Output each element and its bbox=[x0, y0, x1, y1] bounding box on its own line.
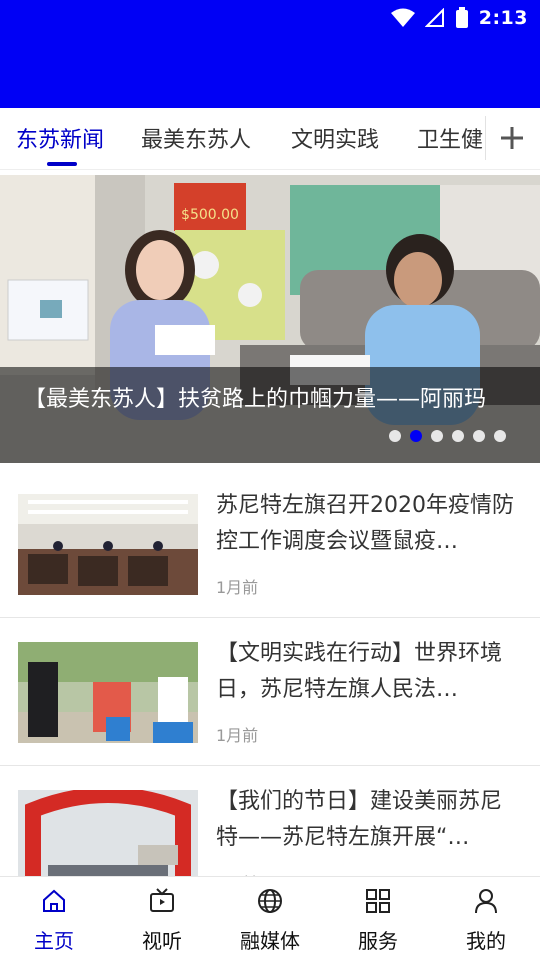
tab-health[interactable]: 卫生健 bbox=[417, 122, 483, 154]
carousel-dots bbox=[389, 430, 506, 442]
bottom-navigation: 主页 视听 融媒体 服务 我的 bbox=[0, 876, 540, 960]
tab-divider bbox=[485, 116, 486, 160]
news-thumbnail bbox=[18, 642, 198, 743]
status-bar: 2:13 bbox=[390, 4, 528, 32]
carousel-dot[interactable] bbox=[431, 430, 443, 442]
nav-home[interactable]: 主页 bbox=[0, 877, 108, 960]
news-item[interactable]: 【文明实践在行动】世界环境日，苏尼特左旗人民法… 1月前 bbox=[0, 618, 540, 766]
tab-scroll[interactable]: 东苏新闻 最美东苏人 文明实践 卫生健 bbox=[0, 108, 486, 170]
add-channel-button[interactable] bbox=[492, 118, 532, 158]
carousel-dot[interactable] bbox=[473, 430, 485, 442]
nav-av[interactable]: 视听 bbox=[108, 877, 216, 960]
nav-media[interactable]: 融媒体 bbox=[216, 877, 324, 960]
nav-label: 视听 bbox=[142, 929, 182, 953]
grid-icon bbox=[366, 889, 390, 913]
carousel-dot-active[interactable] bbox=[410, 430, 422, 442]
plus-icon bbox=[501, 127, 523, 149]
user-icon bbox=[475, 889, 497, 914]
carousel-dot[interactable] bbox=[389, 430, 401, 442]
nav-label: 主页 bbox=[34, 929, 74, 953]
carousel-dot[interactable] bbox=[452, 430, 464, 442]
nav-services[interactable]: 服务 bbox=[324, 877, 432, 960]
nav-label: 我的 bbox=[466, 929, 506, 953]
news-title: 【我们的节日】建设美丽苏尼特——苏尼特左旗开展“… bbox=[216, 789, 503, 850]
banner-title[interactable]: 【最美东苏人】扶贫路上的巾帼力量——阿丽玛 bbox=[24, 384, 524, 416]
tv-icon bbox=[150, 888, 174, 912]
news-title: 【文明实践在行动】世界环境日，苏尼特左旗人民法… bbox=[216, 641, 503, 702]
news-item[interactable]: 苏尼特左旗召开2020年疫情防控工作调度会议暨鼠疫… 1月前 bbox=[0, 470, 540, 618]
nav-label: 融媒体 bbox=[240, 929, 300, 953]
signal-icon bbox=[424, 8, 444, 27]
news-thumbnail bbox=[18, 494, 198, 595]
nav-label: 服务 bbox=[358, 929, 398, 953]
carousel-dot[interactable] bbox=[494, 430, 506, 442]
news-time: 1月前 bbox=[216, 726, 259, 745]
news-time: 1月前 bbox=[216, 578, 259, 597]
banner-carousel[interactable]: $500.00 bbox=[0, 175, 540, 463]
home-icon bbox=[43, 889, 65, 912]
app-screen: 2:13 东苏新闻 最美东苏人 文明实践 卫生健 $500.00 【最美东苏人】… bbox=[0, 0, 540, 960]
globe-icon bbox=[258, 889, 282, 913]
news-title: 苏尼特左旗召开2020年疫情防控工作调度会议暨鼠疫… bbox=[216, 493, 514, 554]
tab-best-dongsu-people[interactable]: 最美东苏人 bbox=[141, 122, 251, 154]
banner-sign-text: $500.00 bbox=[181, 207, 239, 223]
battery-icon bbox=[455, 7, 468, 28]
wifi-icon bbox=[390, 8, 415, 27]
nav-mine[interactable]: 我的 bbox=[432, 877, 540, 960]
category-tabs: 东苏新闻 最美东苏人 文明实践 卫生健 bbox=[0, 108, 540, 170]
status-time: 2:13 bbox=[478, 7, 528, 29]
tab-civilization-practice[interactable]: 文明实践 bbox=[291, 122, 379, 154]
tab-dongsu-news[interactable]: 东苏新闻 bbox=[16, 122, 104, 154]
app-header: 2:13 bbox=[0, 0, 540, 108]
active-tab-indicator bbox=[47, 162, 77, 166]
